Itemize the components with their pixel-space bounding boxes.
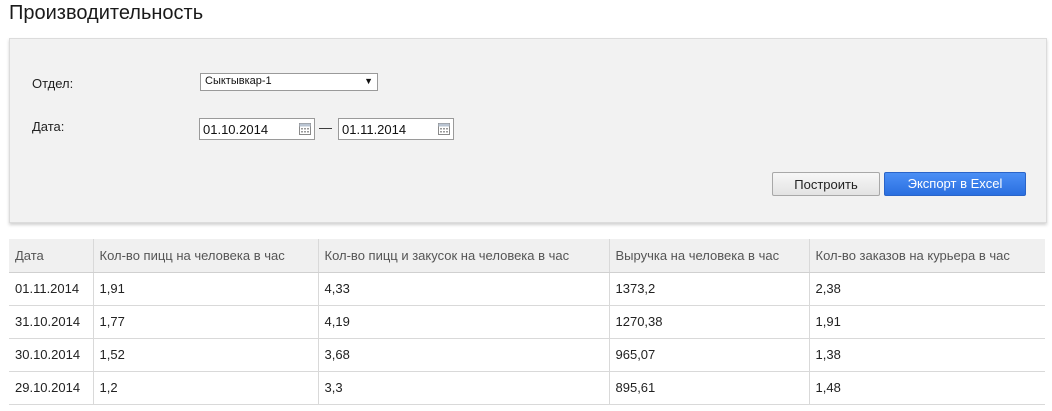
cell-orders-per-courier: 2,38 <box>809 272 1045 306</box>
export-excel-button[interactable]: Экспорт в Excel <box>884 172 1026 196</box>
page-title: Производительность <box>9 2 204 24</box>
cell-pizzas-per-person: 1,91 <box>93 272 319 306</box>
date-range-separator: — <box>319 120 332 135</box>
cell-pizzas-snacks-per-person: 4,19 <box>318 305 610 339</box>
column-header[interactable]: Дата <box>9 239 94 273</box>
cell-pizzas-per-person: 1,77 <box>93 305 319 339</box>
cell-date: 30.10.2014 <box>9 338 94 372</box>
cell-revenue-per-person: 1270,38 <box>609 305 810 339</box>
date-from-value: 01.10.2014 <box>203 122 269 137</box>
cell-pizzas-per-person: 1,52 <box>93 338 319 372</box>
cell-orders-per-courier: 1,91 <box>809 305 1045 339</box>
cell-revenue-per-person: 895,61 <box>609 371 810 405</box>
cell-pizzas-snacks-per-person: 4,33 <box>318 272 610 306</box>
cell-date: 01.11.2014 <box>9 272 94 306</box>
table-header-row: Дата Кол-во пицц на человека в час Кол-в… <box>9 239 1045 273</box>
chevron-down-icon: ▼ <box>364 76 373 86</box>
filter-panel: Отдел: Сыктывкар-1 ▼ Дата: 01.10.2014 — … <box>9 38 1047 223</box>
cell-date: 31.10.2014 <box>9 305 94 339</box>
cell-revenue-per-person: 1373,2 <box>609 272 810 306</box>
table-row: 31.10.2014 1,77 4,19 1270,38 1,91 <box>9 305 1045 339</box>
column-header[interactable]: Кол-во пицц и закусок на человека в час <box>318 239 610 273</box>
department-select-value: Сыктывкар-1 <box>205 75 272 87</box>
column-header[interactable]: Кол-во пицц на человека в час <box>93 239 319 273</box>
column-header[interactable]: Кол-во заказов на курьера в час <box>809 239 1045 273</box>
date-to-input[interactable]: 01.11.2014 <box>338 118 454 140</box>
calendar-icon[interactable] <box>299 122 311 135</box>
cell-pizzas-snacks-per-person: 3,68 <box>318 338 610 372</box>
cell-pizzas-per-person: 1,2 <box>93 371 319 405</box>
column-header[interactable]: Выручка на человека в час <box>609 239 810 273</box>
performance-table: Дата Кол-во пицц на человека в час Кол-в… <box>9 239 1045 405</box>
build-button[interactable]: Построить <box>772 172 880 196</box>
date-from-input[interactable]: 01.10.2014 <box>199 118 315 140</box>
cell-orders-per-courier: 1,48 <box>809 371 1045 405</box>
calendar-icon[interactable] <box>438 122 450 135</box>
table-row: 29.10.2014 1,2 3,3 895,61 1,48 <box>9 371 1045 405</box>
table-row: 01.11.2014 1,91 4,33 1373,2 2,38 <box>9 272 1045 306</box>
department-select[interactable]: Сыктывкар-1 ▼ <box>200 73 378 91</box>
cell-orders-per-courier: 1,38 <box>809 338 1045 372</box>
cell-revenue-per-person: 965,07 <box>609 338 810 372</box>
table-row: 30.10.2014 1,52 3,68 965,07 1,38 <box>9 338 1045 372</box>
department-label: Отдел: <box>32 76 74 91</box>
date-label: Дата: <box>32 119 65 134</box>
date-to-value: 01.11.2014 <box>342 122 407 137</box>
cell-date: 29.10.2014 <box>9 371 94 405</box>
cell-pizzas-snacks-per-person: 3,3 <box>318 371 610 405</box>
